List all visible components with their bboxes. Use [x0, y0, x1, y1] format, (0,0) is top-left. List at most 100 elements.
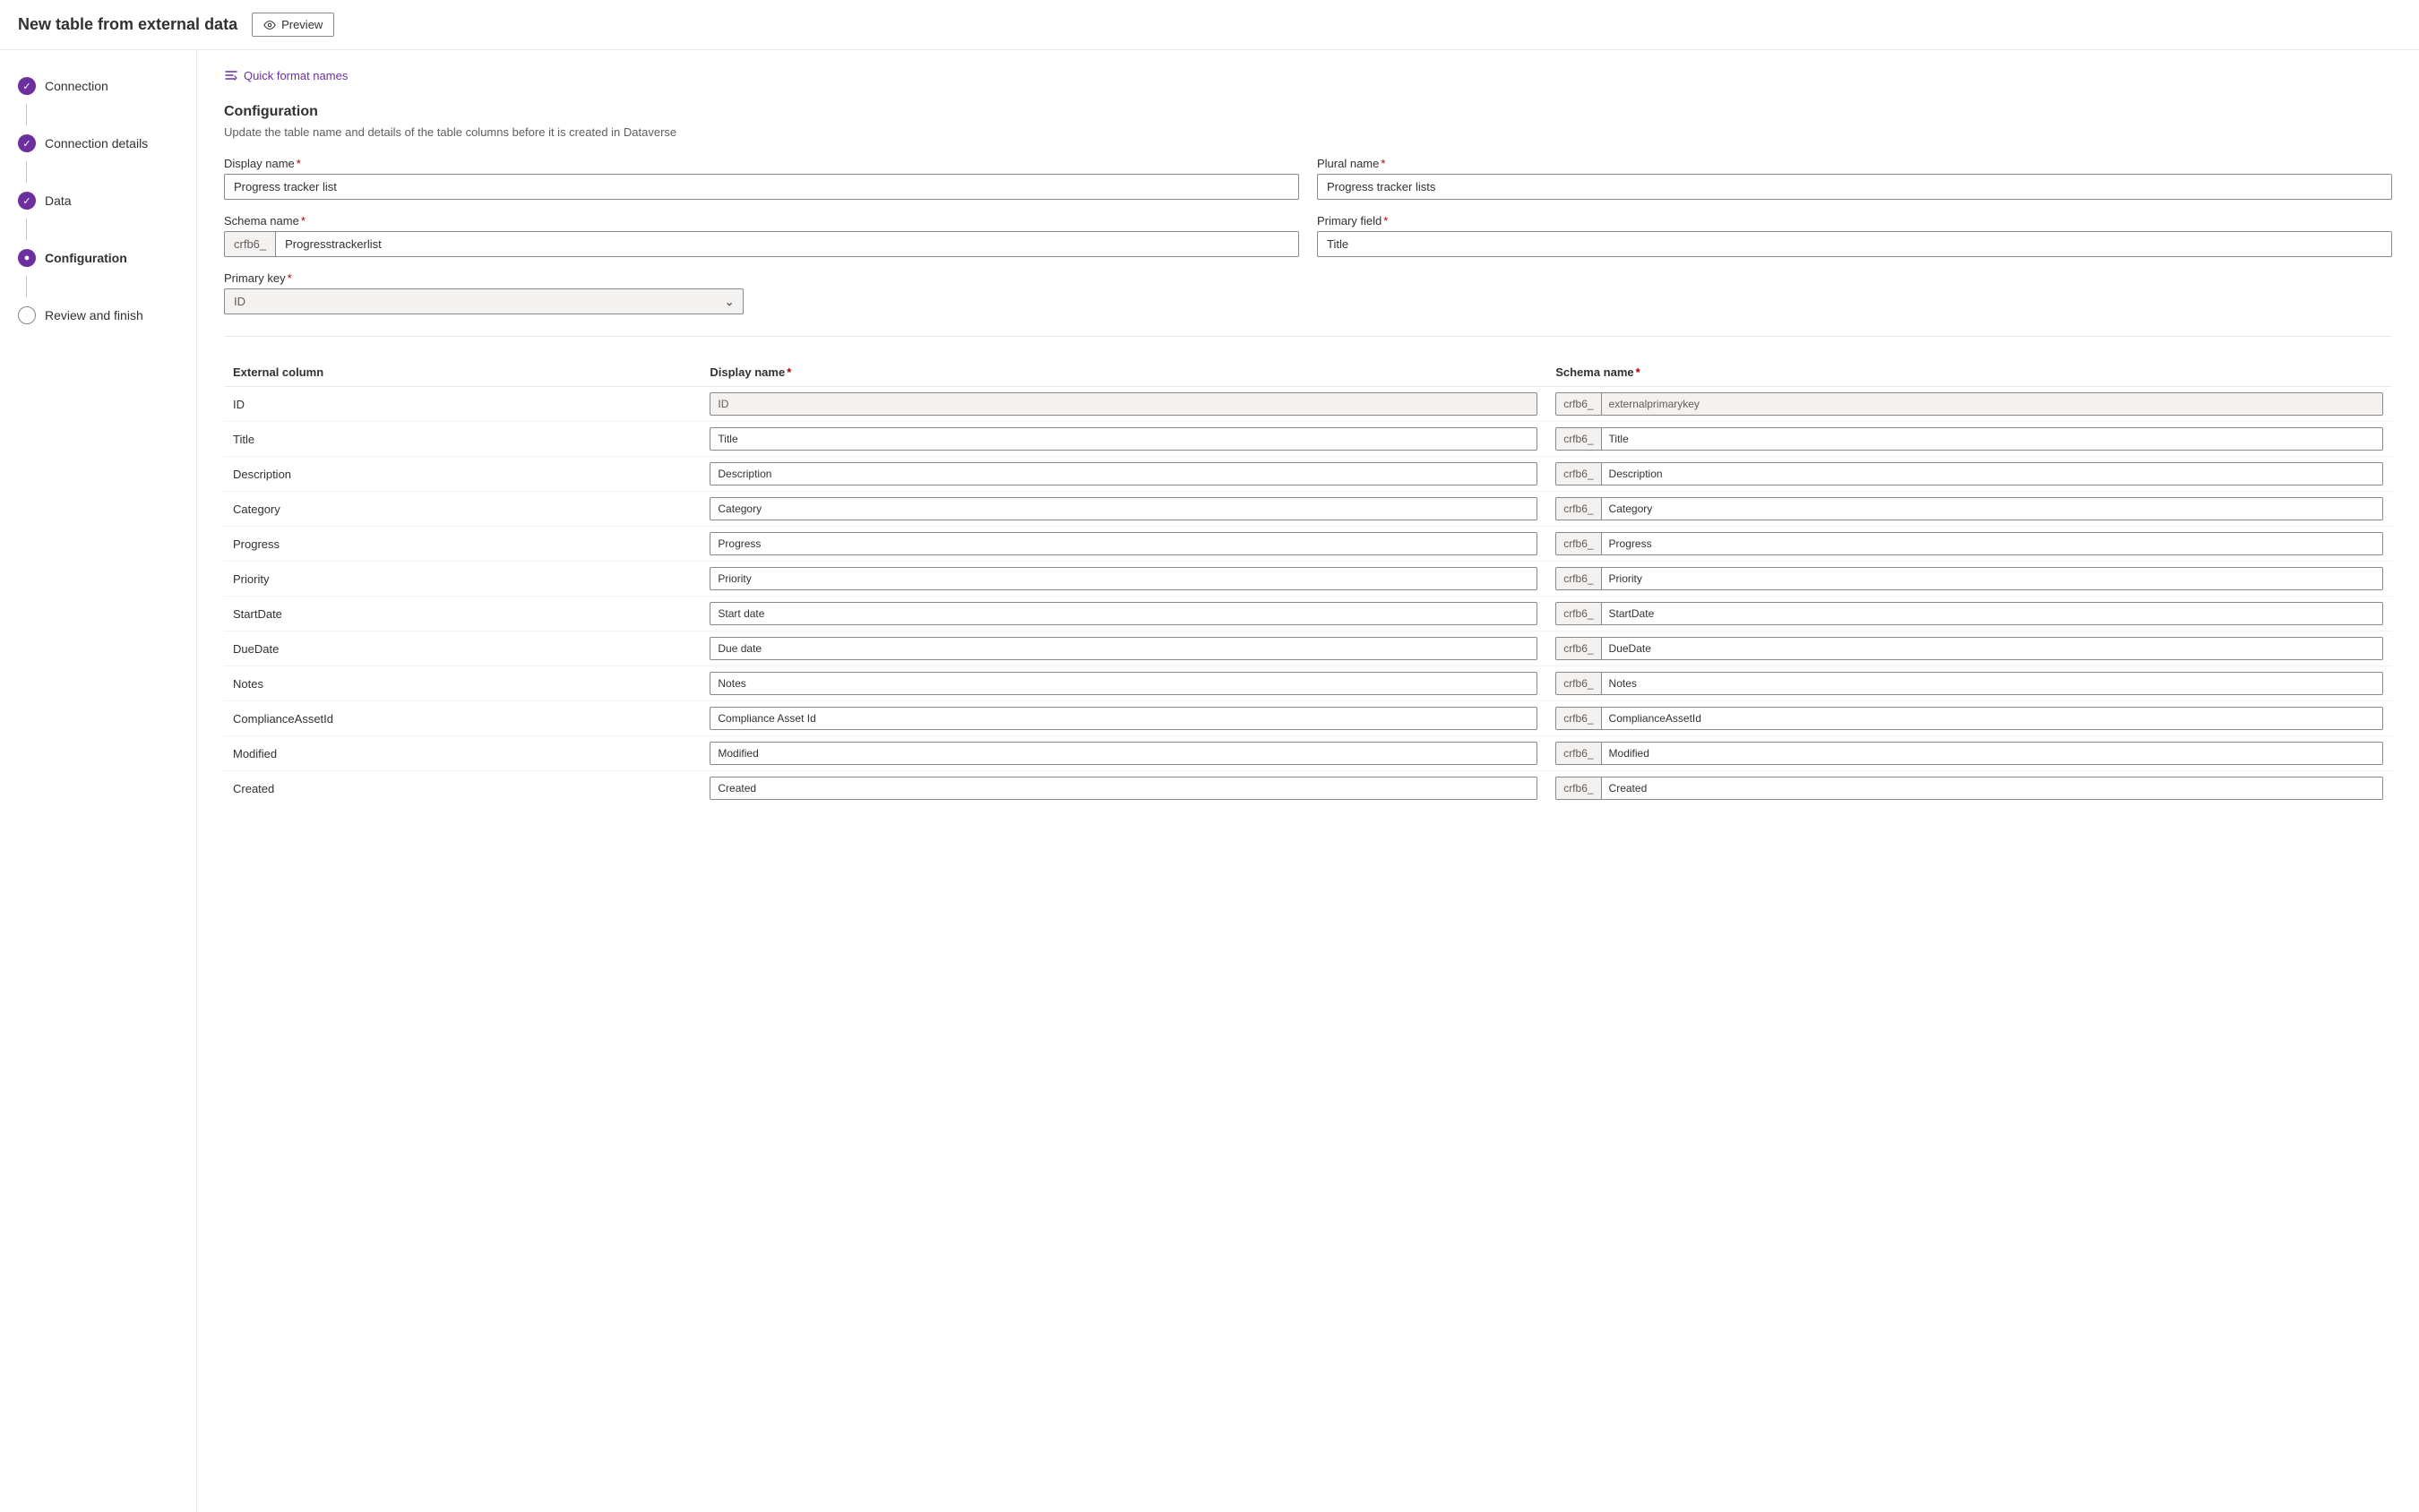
columns-table: External column Display name* Schema nam… — [224, 358, 2392, 805]
schema-prefix-7: crfb6_ — [1556, 638, 1601, 659]
schema-input-4[interactable] — [1602, 533, 2382, 554]
col-header-schema: Schema name* — [1546, 358, 2392, 387]
display-col-9 — [701, 701, 1546, 736]
external-col-6: StartDate — [224, 597, 701, 631]
display-input-9[interactable] — [710, 707, 1537, 730]
display-input-10[interactable] — [710, 742, 1537, 765]
external-col-2: Description — [224, 457, 701, 492]
primary-field-group: Primary field* — [1317, 214, 2392, 257]
preview-icon — [263, 19, 276, 31]
display-input-8[interactable] — [710, 672, 1537, 695]
table-row: StartDate crfb6_ — [224, 597, 2392, 631]
table-row: Titlecrfb6_ — [224, 422, 2392, 457]
sidebar-item-configuration[interactable]: ● Configuration — [0, 240, 196, 276]
sidebar-item-connection-details[interactable]: ✓ Connection details — [0, 125, 196, 161]
schema-group-4: crfb6_ — [1555, 532, 2383, 555]
divider — [224, 336, 2392, 337]
schema-input-9[interactable] — [1602, 708, 2382, 729]
display-input-4[interactable] — [710, 532, 1537, 555]
schema-input-0[interactable] — [1602, 393, 2382, 415]
display-col-1 — [701, 422, 1546, 457]
sidebar-label-configuration: Configuration — [45, 251, 127, 265]
schema-prefix-10: crfb6_ — [1556, 743, 1601, 764]
schema-group-9: crfb6_ — [1555, 707, 2383, 730]
display-input-11[interactable] — [710, 777, 1537, 800]
display-input-7[interactable] — [710, 637, 1537, 660]
table-row: ComplianceAssetIdcrfb6_ — [224, 701, 2392, 736]
sidebar-item-connection[interactable]: ✓ Connection — [0, 68, 196, 104]
display-input-1[interactable] — [710, 427, 1537, 451]
primary-key-label: Primary key* — [224, 271, 744, 285]
external-col-8: Notes — [224, 666, 701, 701]
schema-input-10[interactable] — [1602, 743, 2382, 764]
display-col-4 — [701, 527, 1546, 562]
display-input-0[interactable] — [710, 392, 1537, 416]
schema-input-8[interactable] — [1602, 673, 2382, 694]
configuration-desc: Update the table name and details of the… — [224, 125, 2392, 139]
display-col-10 — [701, 736, 1546, 771]
schema-group-1: crfb6_ — [1555, 427, 2383, 451]
display-name-group: Display name* — [224, 157, 1299, 200]
display-col-6 — [701, 597, 1546, 631]
display-name-label: Display name* — [224, 157, 1299, 170]
schema-group-10: crfb6_ — [1555, 742, 2383, 765]
schema-input-3[interactable] — [1602, 498, 2382, 520]
step-circle-review — [18, 306, 36, 324]
preview-button[interactable]: Preview — [252, 13, 334, 37]
schema-input-5[interactable] — [1602, 568, 2382, 589]
step-circle-data: ✓ — [18, 192, 36, 210]
display-input-3[interactable] — [710, 497, 1537, 520]
display-col-7 — [701, 631, 1546, 666]
plural-name-group: Plural name* — [1317, 157, 2392, 200]
display-col-5 — [701, 562, 1546, 597]
external-col-0: ID — [224, 387, 701, 422]
primary-key-group: Primary key* ID ⌄ — [224, 271, 744, 314]
configuration-section: Configuration Update the table name and … — [224, 104, 2392, 314]
plural-name-input[interactable] — [1317, 174, 2392, 200]
display-input-6[interactable] — [710, 602, 1537, 625]
external-col-5: Priority — [224, 562, 701, 597]
header: New table from external data Preview — [0, 0, 2419, 50]
table-row: Notes crfb6_ — [224, 666, 2392, 701]
schema-group-3: crfb6_ — [1555, 497, 2383, 520]
schema-prefix-8: crfb6_ — [1556, 673, 1601, 694]
schema-input-6[interactable] — [1602, 603, 2382, 624]
sidebar-item-review-finish[interactable]: Review and finish — [0, 297, 196, 333]
schema-group-6: crfb6_ — [1555, 602, 2383, 625]
primary-field-input[interactable] — [1317, 231, 2392, 257]
display-input-5[interactable] — [710, 567, 1537, 590]
display-col-3 — [701, 492, 1546, 527]
schema-col-7: crfb6_ — [1546, 631, 2392, 666]
table-row: Modifiedcrfb6_ — [224, 736, 2392, 771]
display-name-input[interactable] — [224, 174, 1299, 200]
display-col-0 — [701, 387, 1546, 422]
primary-key-value: ID — [234, 295, 245, 308]
schema-col-10: crfb6_ — [1546, 736, 2392, 771]
table-row: ID crfb6_ — [224, 387, 2392, 422]
schema-col-1: crfb6_ — [1546, 422, 2392, 457]
schema-prefix-2: crfb6_ — [1556, 463, 1601, 485]
schema-prefix: crfb6_ — [225, 232, 276, 256]
schema-input-11[interactable] — [1602, 777, 2382, 799]
schema-col-5: crfb6_ — [1546, 562, 2392, 597]
display-input-2[interactable] — [710, 462, 1537, 485]
external-col-3: Category — [224, 492, 701, 527]
sidebar-item-data[interactable]: ✓ Data — [0, 183, 196, 219]
primary-key-select[interactable]: ID ⌄ — [224, 288, 744, 314]
schema-group-0: crfb6_ — [1555, 392, 2383, 416]
schema-input-7[interactable] — [1602, 638, 2382, 659]
display-col-2 — [701, 457, 1546, 492]
schema-prefix-5: crfb6_ — [1556, 568, 1601, 589]
schema-input-2[interactable] — [1602, 463, 2382, 485]
external-col-11: Created — [224, 771, 701, 806]
configuration-title: Configuration — [224, 104, 2392, 120]
schema-group-2: crfb6_ — [1555, 462, 2383, 485]
preview-label: Preview — [281, 18, 323, 31]
schema-prefix-9: crfb6_ — [1556, 708, 1601, 729]
schema-name-input[interactable] — [276, 232, 1298, 256]
quick-format-bar[interactable]: Quick format names — [224, 68, 2392, 82]
schema-group-11: crfb6_ — [1555, 777, 2383, 800]
schema-input-1[interactable] — [1602, 428, 2382, 450]
schema-name-label: Schema name* — [224, 214, 1299, 228]
schema-name-input-group: crfb6_ — [224, 231, 1299, 257]
